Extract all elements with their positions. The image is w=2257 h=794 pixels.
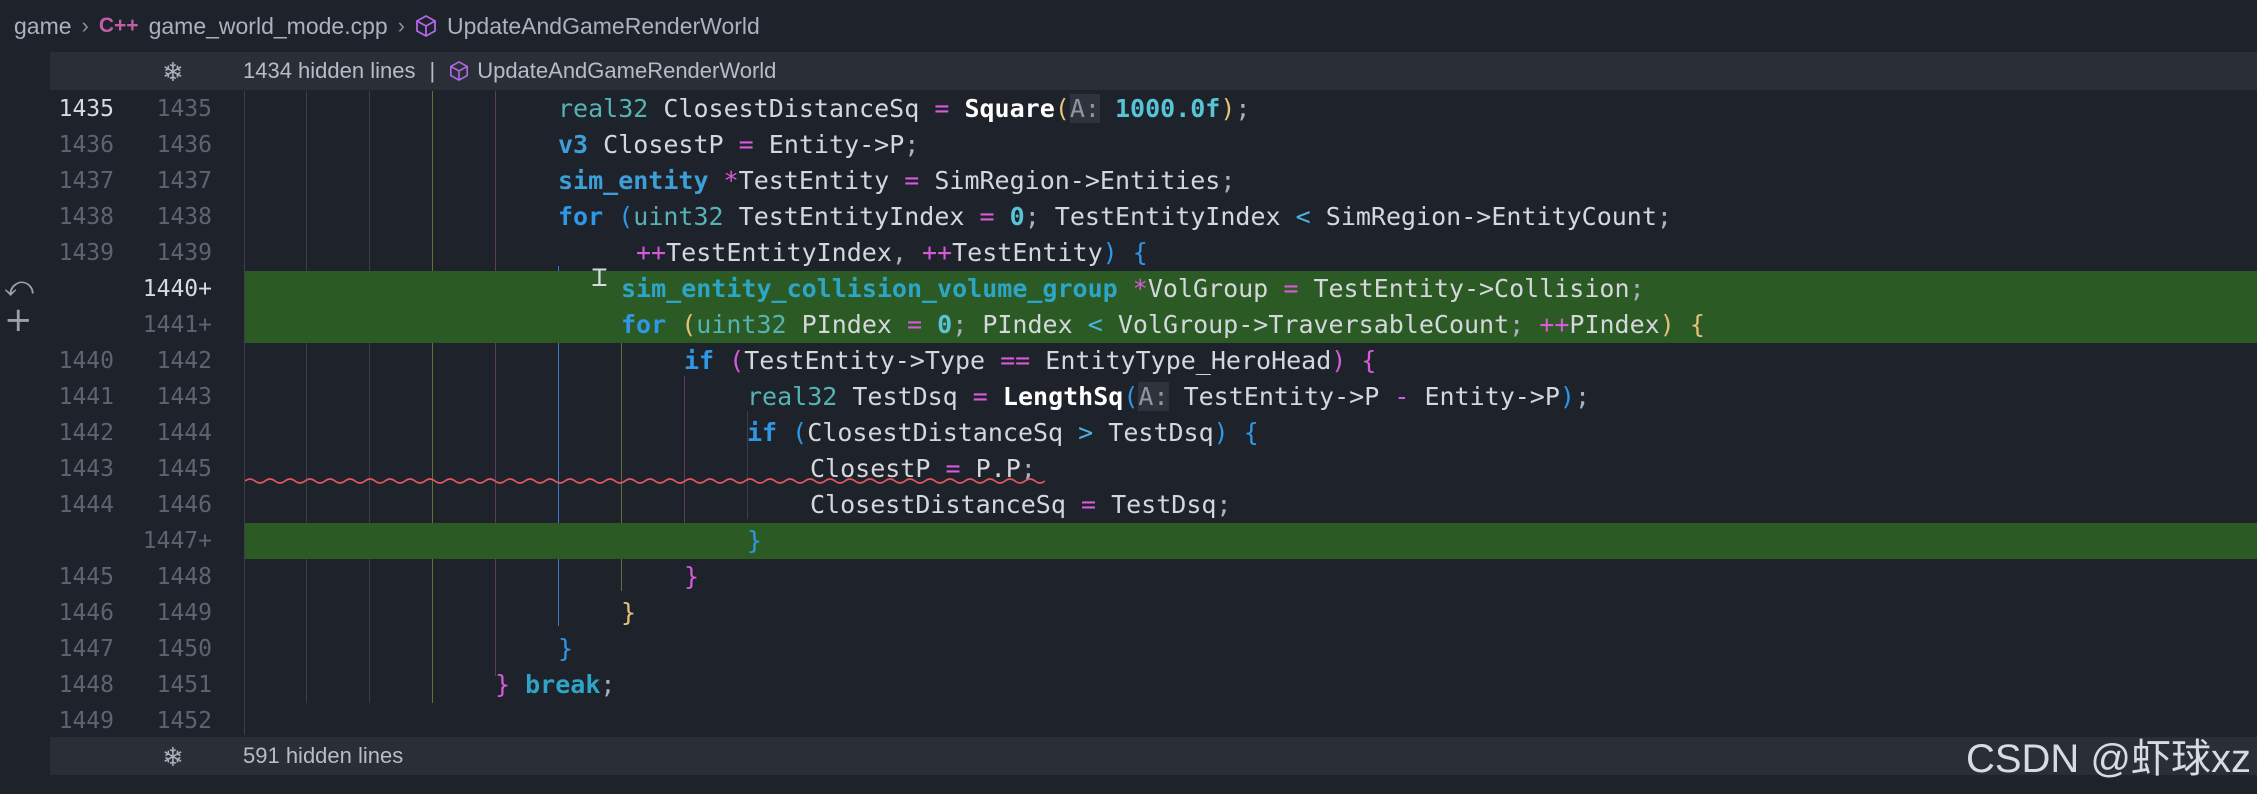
code-line: 1439 1439 ++TestEntityIndex, ++TestEntit… [58, 238, 1148, 267]
code-line: 1442 1444 if (ClosestDistanceSq > TestDs… [58, 418, 1259, 447]
code-line: 1438 1438 for (uint32 TestEntityIndex = … [58, 202, 1672, 231]
code-line: 1444 1446 ClosestDistanceSq = TestDsq; [58, 490, 1232, 519]
hidden-lines-count: 591 hidden lines [243, 743, 404, 768]
breadcrumb: game › C++ game_world_mode.cpp › UpdateA… [0, 0, 2257, 52]
hidden-lines-count: 1434 hidden lines [243, 58, 416, 83]
hidden-lines-symbol: UpdateAndGameRenderWorld [477, 58, 777, 83]
unfold-icon[interactable]: ❄ [162, 742, 184, 773]
code-line: 1447 1450 } [58, 634, 574, 663]
cube-symbol-icon [449, 60, 469, 88]
breadcrumb-folder[interactable]: game [14, 13, 72, 40]
code-line: 1440 1442 if (TestEntity->Type == Entity… [58, 346, 1377, 375]
bottom-hidden-lines-bar[interactable]: ❄ 591 hidden lines [50, 737, 2257, 775]
watermark: CSDN @虾球xz [1965, 737, 2251, 781]
chevron-right-icon: › [397, 13, 405, 38]
cube-symbol-icon [415, 14, 437, 38]
top-hidden-lines-bar[interactable]: ❄ 1434 hidden lines | UpdateAndGameRenderW… [50, 52, 2257, 90]
code-line: 1446 1449 } [58, 598, 637, 627]
code-line-added: 1447+ } [0, 523, 2257, 559]
breadcrumb-file[interactable]: game_world_mode.cpp [149, 13, 388, 40]
code-line: 1445 1448 } [58, 562, 700, 591]
code-editor[interactable]: 1435 1435 real32 ClosestDistanceSq = Squ… [0, 91, 2257, 735]
code-line: 1437 1437 sim_entity *TestEntity = SimRe… [58, 166, 1236, 195]
text-cursor-icon: Ꮖ [592, 264, 608, 292]
code-line: 1448 1451 } break; [58, 670, 616, 699]
cpp-file-icon: C++ [98, 14, 139, 37]
code-line-added: 1441+ for (uint32 PIndex = 0; PIndex < V… [0, 307, 2257, 343]
code-line: 1435 1435 real32 ClosestDistanceSq = Squ… [58, 94, 1251, 123]
breadcrumb-symbol[interactable]: UpdateAndGameRenderWorld [447, 13, 760, 40]
error-squiggle [245, 478, 1045, 484]
unfold-icon[interactable]: ❄ [162, 57, 184, 88]
chevron-right-icon: › [81, 13, 89, 38]
code-line-added: 1440+ sim_entity_collision_volume_group … [0, 271, 2257, 307]
code-line: 1449 1452 [58, 708, 212, 734]
code-line: 1441 1443 real32 TestDsq = LengthSq(A: T… [58, 382, 1591, 411]
code-line: 1436 1436 v3 ClosestP = Entity->P; [58, 130, 920, 159]
